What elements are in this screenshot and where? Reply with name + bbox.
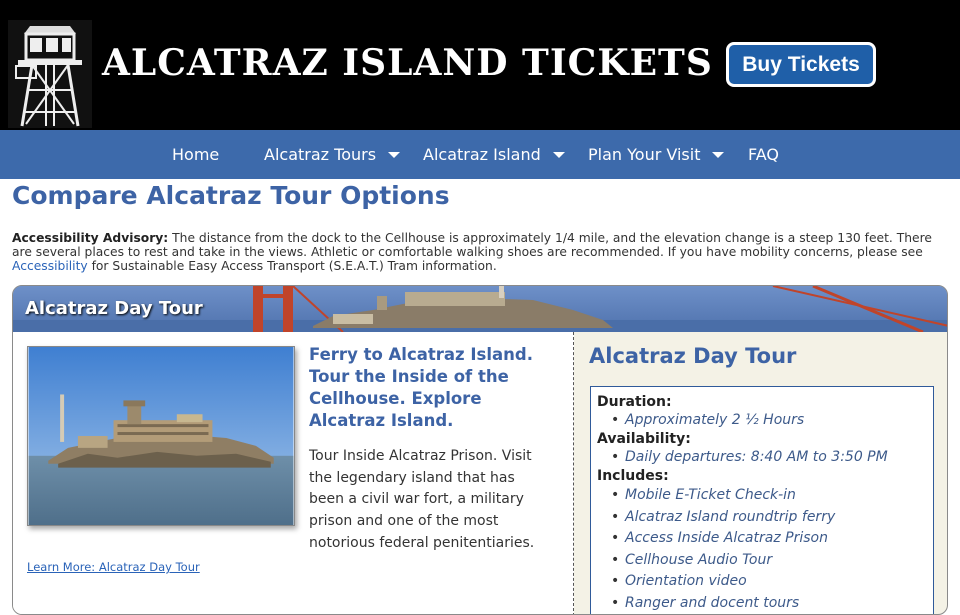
advisory-text-end: for Sustainable Easy Access Transport (S…	[87, 259, 497, 273]
tour-summary: Ferry to Alcatraz Island. Tour the Insid…	[13, 332, 574, 614]
nav-item-label: Alcatraz Tours	[264, 145, 377, 164]
nav-item-plan-your-visit[interactable]: Plan Your Visit	[588, 130, 725, 179]
advisory-label: Accessibility Advisory:	[12, 231, 169, 245]
tour-banner: Alcatraz Day Tour	[13, 286, 947, 332]
availability-value: Daily departures: 8:40 AM to 3:50 PM	[597, 448, 927, 467]
duration-value: Approximately 2 ½ Hours	[597, 411, 927, 430]
tour-description-block: Tour Inside Alcatraz Prison. Visit the l…	[27, 446, 547, 555]
tour-headline: Ferry to Alcatraz Island. Tour the Insid…	[309, 345, 533, 430]
nav-item-label: FAQ	[748, 145, 779, 164]
tour-description: Tour Inside Alcatraz Prison. Visit the l…	[309, 448, 535, 551]
guard-tower-logo[interactable]	[8, 20, 92, 128]
photo-spacer	[27, 446, 309, 552]
tour-details-title: Alcatraz Day Tour	[589, 344, 797, 368]
accessibility-link[interactable]: Accessibility	[12, 259, 88, 273]
site-title[interactable]: ALCATRAZ ISLAND TICKETS	[102, 42, 713, 84]
nav-item-label: Home	[172, 145, 220, 164]
includes-item: Mobile E-Ticket Check-in	[597, 485, 927, 507]
caret-down-icon[interactable]	[712, 151, 725, 158]
buy-tickets-button[interactable]: Buy Tickets	[726, 42, 876, 87]
site-header: ALCATRAZ ISLAND TICKETS Buy Tickets	[0, 0, 960, 130]
tour-banner-title: Alcatraz Day Tour	[25, 298, 203, 319]
nav-item-alcatraz-tours[interactable]: Alcatraz Tours	[264, 130, 401, 179]
page-title: Compare Alcatraz Tour Options	[12, 181, 450, 210]
nav-item-alcatraz-island[interactable]: Alcatraz Island	[423, 130, 565, 179]
includes-item: Cellhouse Audio Tour	[597, 550, 927, 572]
duration-label: Duration:	[597, 394, 672, 410]
accessibility-advisory: Accessibility Advisory: The distance fro…	[12, 231, 948, 273]
tour-card: Alcatraz Day Tour Ferry to Alcatraz Isla…	[12, 285, 948, 615]
nav-item-faq[interactable]: FAQ	[748, 130, 779, 179]
tour-details-box: Duration: Approximately 2 ½ Hours Availa…	[590, 386, 934, 615]
includes-item: Alcatraz Island roundtrip ferry	[597, 507, 927, 529]
learn-more-link[interactable]: Learn More: Alcatraz Day Tour	[27, 560, 200, 574]
main-nav: Home Alcatraz Tours Alcatraz Island Plan…	[0, 130, 960, 179]
nav-item-label: Plan Your Visit	[588, 145, 701, 164]
caret-down-icon[interactable]	[388, 151, 401, 158]
nav-item-home[interactable]: Home	[172, 130, 219, 179]
includes-label: Includes:	[597, 468, 669, 484]
includes-item: Ranger and docent tours	[597, 593, 927, 615]
includes-item: Access Inside Alcatraz Prison	[597, 528, 927, 550]
availability-label: Availability:	[597, 431, 691, 447]
caret-down-icon[interactable]	[552, 151, 565, 158]
nav-item-label: Alcatraz Island	[423, 145, 541, 164]
includes-item: Orientation video	[597, 571, 927, 593]
